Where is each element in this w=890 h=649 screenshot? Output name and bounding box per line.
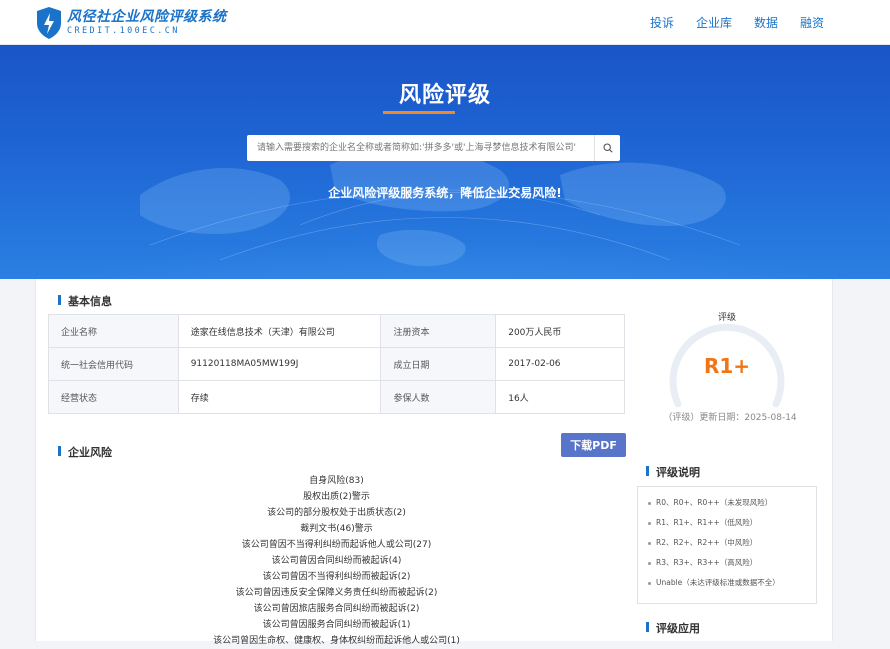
- table-value: 200万人民币: [495, 314, 625, 348]
- table-row: 经营状态 存续 参保人数 16人: [48, 380, 625, 414]
- legend-item: R1、R1+、R1++（低风险）: [648, 513, 816, 533]
- table-row: 统一社会信用代码 91120118MA05MW199J 成立日期 2017-02…: [48, 347, 625, 381]
- shield-lightning-icon: [37, 7, 61, 39]
- list-item[interactable]: 该公司曾因服务合同纠纷而被起诉(1): [48, 617, 625, 633]
- title-underline: [383, 111, 455, 114]
- list-item[interactable]: 自身风险(83): [48, 473, 625, 489]
- rating-value: R1+: [703, 354, 751, 378]
- table-key: 成立日期: [380, 347, 497, 381]
- page-title: 风险评级: [398, 83, 491, 108]
- list-item[interactable]: 裁判文书(46)警示: [48, 521, 625, 537]
- list-item[interactable]: 该公司曾因生命权、健康权、身体权纠纷而起诉他人或公司(1): [48, 633, 625, 649]
- nav-data[interactable]: 数据: [754, 14, 778, 31]
- main-nav: 投诉 企业库 数据 融资: [650, 0, 824, 45]
- table-key: 注册资本: [380, 314, 497, 348]
- enterprise-risk-title: 企业风险: [58, 444, 112, 460]
- table-value: 16人: [495, 380, 625, 414]
- rating-app-title: 评级应用: [646, 620, 700, 636]
- site-logo[interactable]: 风径社企业风险评级系统 CREDIT.100EC.CN: [35, 6, 227, 40]
- basic-info-title: 基本信息: [58, 293, 112, 309]
- list-item[interactable]: 该公司曾因违反安全保障义务责任纠纷而被起诉(2): [48, 585, 625, 601]
- rating-desc-title: 评级说明: [646, 464, 700, 480]
- search-button[interactable]: [594, 135, 620, 161]
- list-item[interactable]: 该公司曾因不当得利纠纷而被起诉(2): [48, 569, 625, 585]
- rating-legend: R0、R0+、R0++（未发现风险） R1、R1+、R1++（低风险） R2、R…: [637, 486, 817, 604]
- legend-item: Unable（未达评级标准或数据不全）: [648, 573, 816, 593]
- nav-complaints[interactable]: 投诉: [650, 14, 674, 31]
- table-key: 经营状态: [48, 380, 179, 414]
- logo-subtitle: CREDIT.100EC.CN: [67, 26, 180, 36]
- search-icon: [602, 143, 613, 153]
- list-item[interactable]: 该公司曾因不当得利纠纷而起诉他人或公司(27): [48, 537, 625, 553]
- basic-info-table: 企业名称 途家在线信息技术（天津）有限公司 注册资本 200万人民币 统一社会信…: [48, 314, 625, 414]
- nav-company-library[interactable]: 企业库: [696, 14, 732, 31]
- download-pdf-button[interactable]: 下载PDF: [561, 433, 626, 457]
- top-navigation-bar: 风径社企业风险评级系统 CREDIT.100EC.CN 投诉 企业库 数据 融资: [0, 0, 890, 45]
- rating-update-date: （评级）更新日期：2025-08-14: [663, 413, 797, 423]
- hero-banner: 风险评级 企业风险评级服务系统，降低企业交易风险!: [0, 45, 890, 279]
- table-key: 企业名称: [48, 314, 179, 348]
- table-value: 存续: [177, 380, 382, 414]
- list-item[interactable]: 该公司的部分股权处于出质状态(2): [48, 505, 625, 521]
- table-value: 91120118MA05MW199J: [177, 347, 382, 381]
- table-key: 参保人数: [380, 380, 497, 414]
- nav-financing[interactable]: 融资: [800, 14, 824, 31]
- hero-slogan: 企业风险评级服务系统，降低企业交易风险!: [328, 186, 562, 200]
- search-input[interactable]: [247, 135, 594, 161]
- table-row: 企业名称 途家在线信息技术（天津）有限公司 注册资本 200万人民币: [48, 314, 625, 348]
- legend-item: R2、R2+、R2++（中风险）: [648, 533, 816, 553]
- table-key: 统一社会信用代码: [48, 347, 179, 381]
- table-value: 2017-02-06: [495, 347, 625, 381]
- search-bar: [247, 135, 620, 161]
- legend-item: R0、R0+、R0++（未发现风险）: [648, 493, 816, 513]
- rating-label: 评级: [717, 313, 736, 323]
- table-value: 途家在线信息技术（天津）有限公司: [177, 314, 382, 348]
- list-item[interactable]: 股权出质(2)警示: [48, 489, 625, 505]
- list-item[interactable]: 该公司曾因合同纠纷而被起诉(4): [48, 553, 625, 569]
- risk-list: 自身风险(83) 股权出质(2)警示 该公司的部分股权处于出质状态(2) 裁判文…: [48, 473, 625, 649]
- legend-item: R3、R3+、R3++（高风险）: [648, 553, 816, 573]
- logo-title: 风径社企业风险评级系统: [67, 9, 227, 25]
- list-item[interactable]: 该公司曾因旅店服务合同纠纷而被起诉(2): [48, 601, 625, 617]
